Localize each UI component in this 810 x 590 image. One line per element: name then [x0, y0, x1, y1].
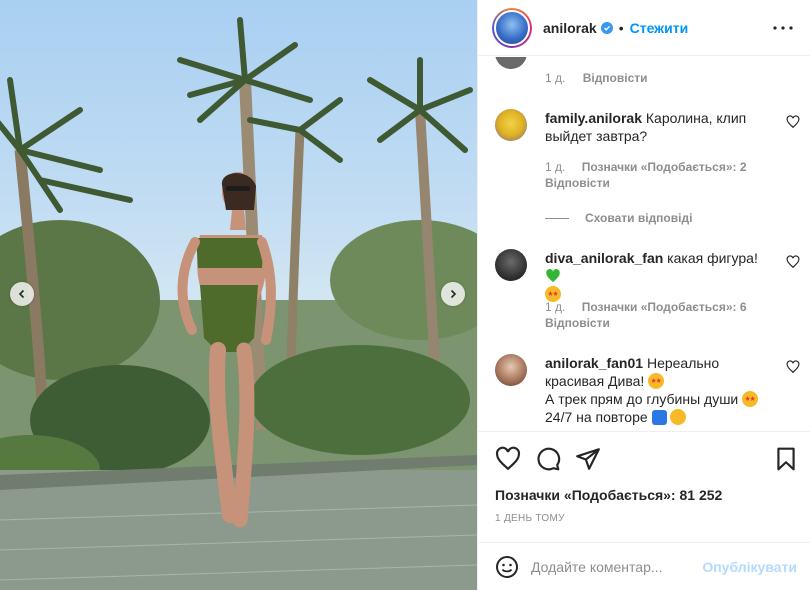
- star-struck-emoji-icon: [648, 373, 665, 389]
- publish-button[interactable]: Опублікувати: [702, 559, 797, 575]
- comment-input[interactable]: [531, 559, 701, 575]
- green-heart-icon: [546, 269, 560, 282]
- post-header: anilorak • Стежити: [478, 0, 810, 56]
- hide-replies-button[interactable]: Сховати відповіді: [545, 211, 692, 225]
- star-struck-emoji-icon: [742, 391, 759, 407]
- header-separator: •: [618, 19, 624, 36]
- comment-meta: 1 д. Відповісти: [545, 71, 662, 85]
- comment-avatar[interactable]: [495, 57, 527, 69]
- reply-button[interactable]: Відповісти: [545, 176, 610, 190]
- follow-button[interactable]: Стежити: [630, 20, 689, 36]
- comment-message: какая фигура!: [667, 250, 758, 266]
- likes-count[interactable]: Позначки «Подобається»: 81 252: [495, 487, 722, 503]
- post-date[interactable]: 1 день тому: [495, 513, 565, 524]
- comment-meta: 1 д. Позначки «Подобається»: 6 Відповіст…: [545, 299, 775, 331]
- author-avatar[interactable]: [492, 7, 532, 48]
- previous-photo-button[interactable]: [10, 282, 34, 306]
- comment-time: 1 д.: [545, 160, 566, 174]
- comment-time: 1 д.: [545, 300, 566, 314]
- comment-username[interactable]: family.anilorak: [545, 110, 642, 126]
- heart-outline-icon[interactable]: [786, 255, 800, 269]
- comment-message-line2: А трек прям до глубины души: [545, 391, 739, 407]
- comment-text: anilorak_fan01 Нереально красивая Дива! …: [545, 354, 775, 426]
- author-username[interactable]: anilorak: [543, 20, 597, 36]
- divider: [545, 217, 569, 219]
- emoji-picker-icon[interactable]: [495, 555, 519, 579]
- verified-badge-icon: [600, 21, 613, 34]
- repeat-emoji-icon: [651, 410, 667, 425]
- reply-button[interactable]: Відповісти: [545, 316, 610, 330]
- like-heart-icon[interactable]: [495, 446, 521, 472]
- post-actions: Позначки «Подобається»: 81 252 1 день то…: [478, 431, 810, 590]
- chevron-right-icon: [450, 289, 457, 299]
- post-photo[interactable]: [0, 0, 477, 590]
- heart-outline-icon[interactable]: [786, 115, 800, 129]
- smiling-hearts-emoji-icon: [670, 409, 687, 425]
- comment-meta: 1 д. Позначки «Подобається»: 2 Відповіст…: [545, 159, 775, 191]
- post-side-panel: anilorak • Стежити 1 д. Відповісти famil…: [477, 0, 810, 590]
- comment-icon[interactable]: [535, 446, 561, 472]
- photo-scene: [0, 17, 477, 590]
- comment-message-line3: 24/7 на повторе: [545, 409, 648, 425]
- next-photo-button[interactable]: [441, 282, 465, 306]
- comment-username[interactable]: anilorak_fan01: [545, 355, 643, 371]
- comment-username[interactable]: diva_anilorak_fan: [545, 250, 663, 266]
- action-bar: [495, 446, 795, 472]
- comment-likes[interactable]: Позначки «Подобається»: 6: [582, 300, 747, 314]
- more-options-icon[interactable]: [771, 16, 795, 40]
- comment-likes[interactable]: Позначки «Подобається»: 2: [582, 160, 747, 174]
- heart-outline-icon[interactable]: [786, 360, 800, 374]
- instagram-post: anilorak • Стежити 1 д. Відповісти famil…: [0, 0, 810, 590]
- comment-time: 1 д.: [545, 71, 566, 85]
- hide-replies-label: Сховати відповіді: [585, 211, 693, 225]
- bookmark-icon[interactable]: [773, 446, 799, 472]
- comment-avatar[interactable]: [495, 249, 527, 281]
- comment-text: family.anilorak Каролина, клип выйдет за…: [545, 109, 775, 145]
- comment-text: diva_anilorak_fan какая фигура!: [545, 249, 775, 303]
- share-icon[interactable]: [575, 446, 601, 472]
- comment-avatar[interactable]: [495, 109, 527, 141]
- chevron-left-icon: [18, 289, 25, 299]
- reply-button[interactable]: Відповісти: [583, 71, 648, 85]
- comments-list[interactable]: 1 д. Відповісти family.anilorak Каролина…: [478, 57, 810, 430]
- add-comment-bar: Опублікувати: [478, 542, 810, 590]
- comment-avatar[interactable]: [495, 354, 527, 386]
